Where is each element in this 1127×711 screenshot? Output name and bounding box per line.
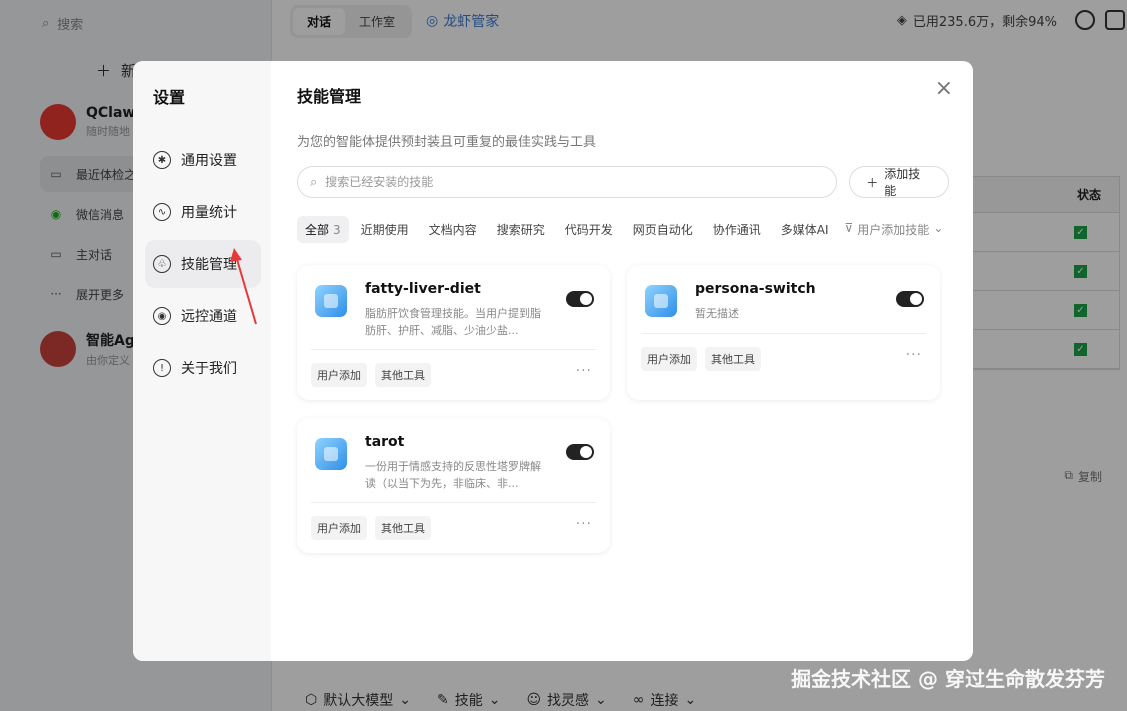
tab-recent[interactable]: 近期使用: [353, 216, 417, 243]
skill-tags: 用户添加 其他工具: [311, 363, 431, 387]
skill-name: tarot: [365, 434, 405, 450]
watermark: 掘金技术社区 @ 穿过生命散发芬芳: [791, 667, 1105, 691]
nav-item-label: 用量统计: [181, 205, 237, 221]
tab-multimedia[interactable]: 多媒体AI: [773, 216, 837, 243]
skill-card[interactable]: tarot 一份用于情感支持的反思性塔罗牌解读（以当下为先，非临床、非... 用…: [297, 418, 610, 553]
skill-toggle[interactable]: [896, 291, 924, 307]
tab-all[interactable]: 全部 3: [297, 216, 349, 243]
puzzle-icon: [315, 438, 347, 470]
skill-desc: 一份用于情感支持的反思性塔罗牌解读（以当下为先，非临床、非...: [365, 460, 541, 490]
skill-search: ⌕: [297, 166, 838, 198]
tag: 其他工具: [375, 363, 431, 387]
search-row: ⌕ ＋ 添加技能: [297, 166, 949, 198]
puzzle-icon: [315, 285, 347, 317]
skill-tags: 用户添加 其他工具: [641, 347, 761, 371]
add-skill-button[interactable]: ＋ 添加技能: [849, 166, 949, 198]
settings-nav: 设置 ✱ 通用设置 ∿ 用量统计 ♧ 技能管理 ◉ 远控通道 ! 关于我们: [133, 61, 271, 661]
nav-item-label: 关于我们: [181, 361, 237, 377]
tab-search[interactable]: 搜索研究: [489, 216, 553, 243]
more-icon[interactable]: ···: [576, 363, 592, 379]
skill-desc: 脂肪肝饮食管理技能。当用户提到脂肪肝、护肝、减脂、少油少盐...: [365, 307, 541, 337]
skills-grid: fatty-liver-diet 脂肪肝饮食管理技能。当用户提到脂肪肝、护肝、减…: [297, 265, 949, 565]
tab-docs[interactable]: 文档内容: [421, 216, 485, 243]
search-icon: ⌕: [310, 174, 318, 190]
annotation-arrow: [230, 248, 257, 325]
tab-all-label: 全部: [305, 223, 330, 237]
skill-name: persona-switch: [695, 281, 816, 297]
tag: 其他工具: [705, 347, 761, 371]
skill-search-input[interactable]: [325, 175, 806, 189]
nav-item-general[interactable]: ✱ 通用设置: [145, 136, 261, 184]
skill-tags: 用户添加 其他工具: [311, 516, 431, 540]
chart-icon: ∿: [153, 203, 171, 221]
tag: 用户添加: [641, 347, 697, 371]
skill-name: fatty-liver-diet: [365, 281, 481, 297]
nav-item-usage[interactable]: ∿ 用量统计: [145, 188, 261, 236]
chevron-down-icon: ⌄: [933, 221, 944, 235]
page-title: 技能管理: [297, 87, 362, 106]
nav-item-about[interactable]: ! 关于我们: [145, 344, 261, 392]
gear-icon: ✱: [153, 151, 171, 169]
tag: 用户添加: [311, 516, 367, 540]
divider: [311, 502, 596, 503]
skill-icon: ♧: [153, 255, 171, 273]
tag: 其他工具: [375, 516, 431, 540]
skill-desc: 暂无描述: [695, 307, 739, 320]
divider: [311, 349, 596, 350]
tab-web-automation[interactable]: 网页自动化: [625, 216, 701, 243]
tab-code[interactable]: 代码开发: [557, 216, 621, 243]
filter-icon: ⊽: [844, 221, 854, 235]
nav-item-label: 通用设置: [181, 153, 237, 169]
puzzle-icon: [645, 285, 677, 317]
close-icon[interactable]: ×: [935, 78, 953, 100]
user-added-filter[interactable]: ⊽ 用户添加技能 ⌄: [845, 221, 944, 238]
tag: 用户添加: [311, 363, 367, 387]
settings-modal: 设置 ✱ 通用设置 ∿ 用量统计 ♧ 技能管理 ◉ 远控通道 ! 关于我们 技能…: [133, 61, 973, 661]
tab-collab[interactable]: 协作通讯: [705, 216, 769, 243]
divider: [641, 333, 926, 334]
info-icon: !: [153, 359, 171, 377]
page-subtitle: 为您的智能体提供预封装且可重复的最佳实践与工具: [297, 135, 597, 150]
settings-title: 设置: [153, 88, 186, 107]
skills-panel: 技能管理 × 为您的智能体提供预封装且可重复的最佳实践与工具 ⌕ ＋ 添加技能 …: [271, 61, 973, 661]
remote-icon: ◉: [153, 307, 171, 325]
add-skill-label: 添加技能: [884, 167, 921, 198]
skill-card[interactable]: fatty-liver-diet 脂肪肝饮食管理技能。当用户提到脂肪肝、护肝、减…: [297, 265, 610, 400]
skill-card[interactable]: persona-switch 暂无描述 用户添加 其他工具 ···: [627, 265, 940, 400]
skill-toggle[interactable]: [566, 291, 594, 307]
tab-all-count: 3: [333, 223, 341, 237]
more-icon[interactable]: ···: [906, 347, 922, 363]
skill-toggle[interactable]: [566, 444, 594, 460]
more-icon[interactable]: ···: [576, 516, 592, 532]
user-added-label: 用户添加技能: [857, 223, 930, 237]
filter-tabs: 全部 3 近期使用 文档内容 搜索研究 代码开发 网页自动化 协作通讯 多媒体AI…: [297, 216, 949, 243]
plus-icon: ＋: [866, 175, 879, 190]
